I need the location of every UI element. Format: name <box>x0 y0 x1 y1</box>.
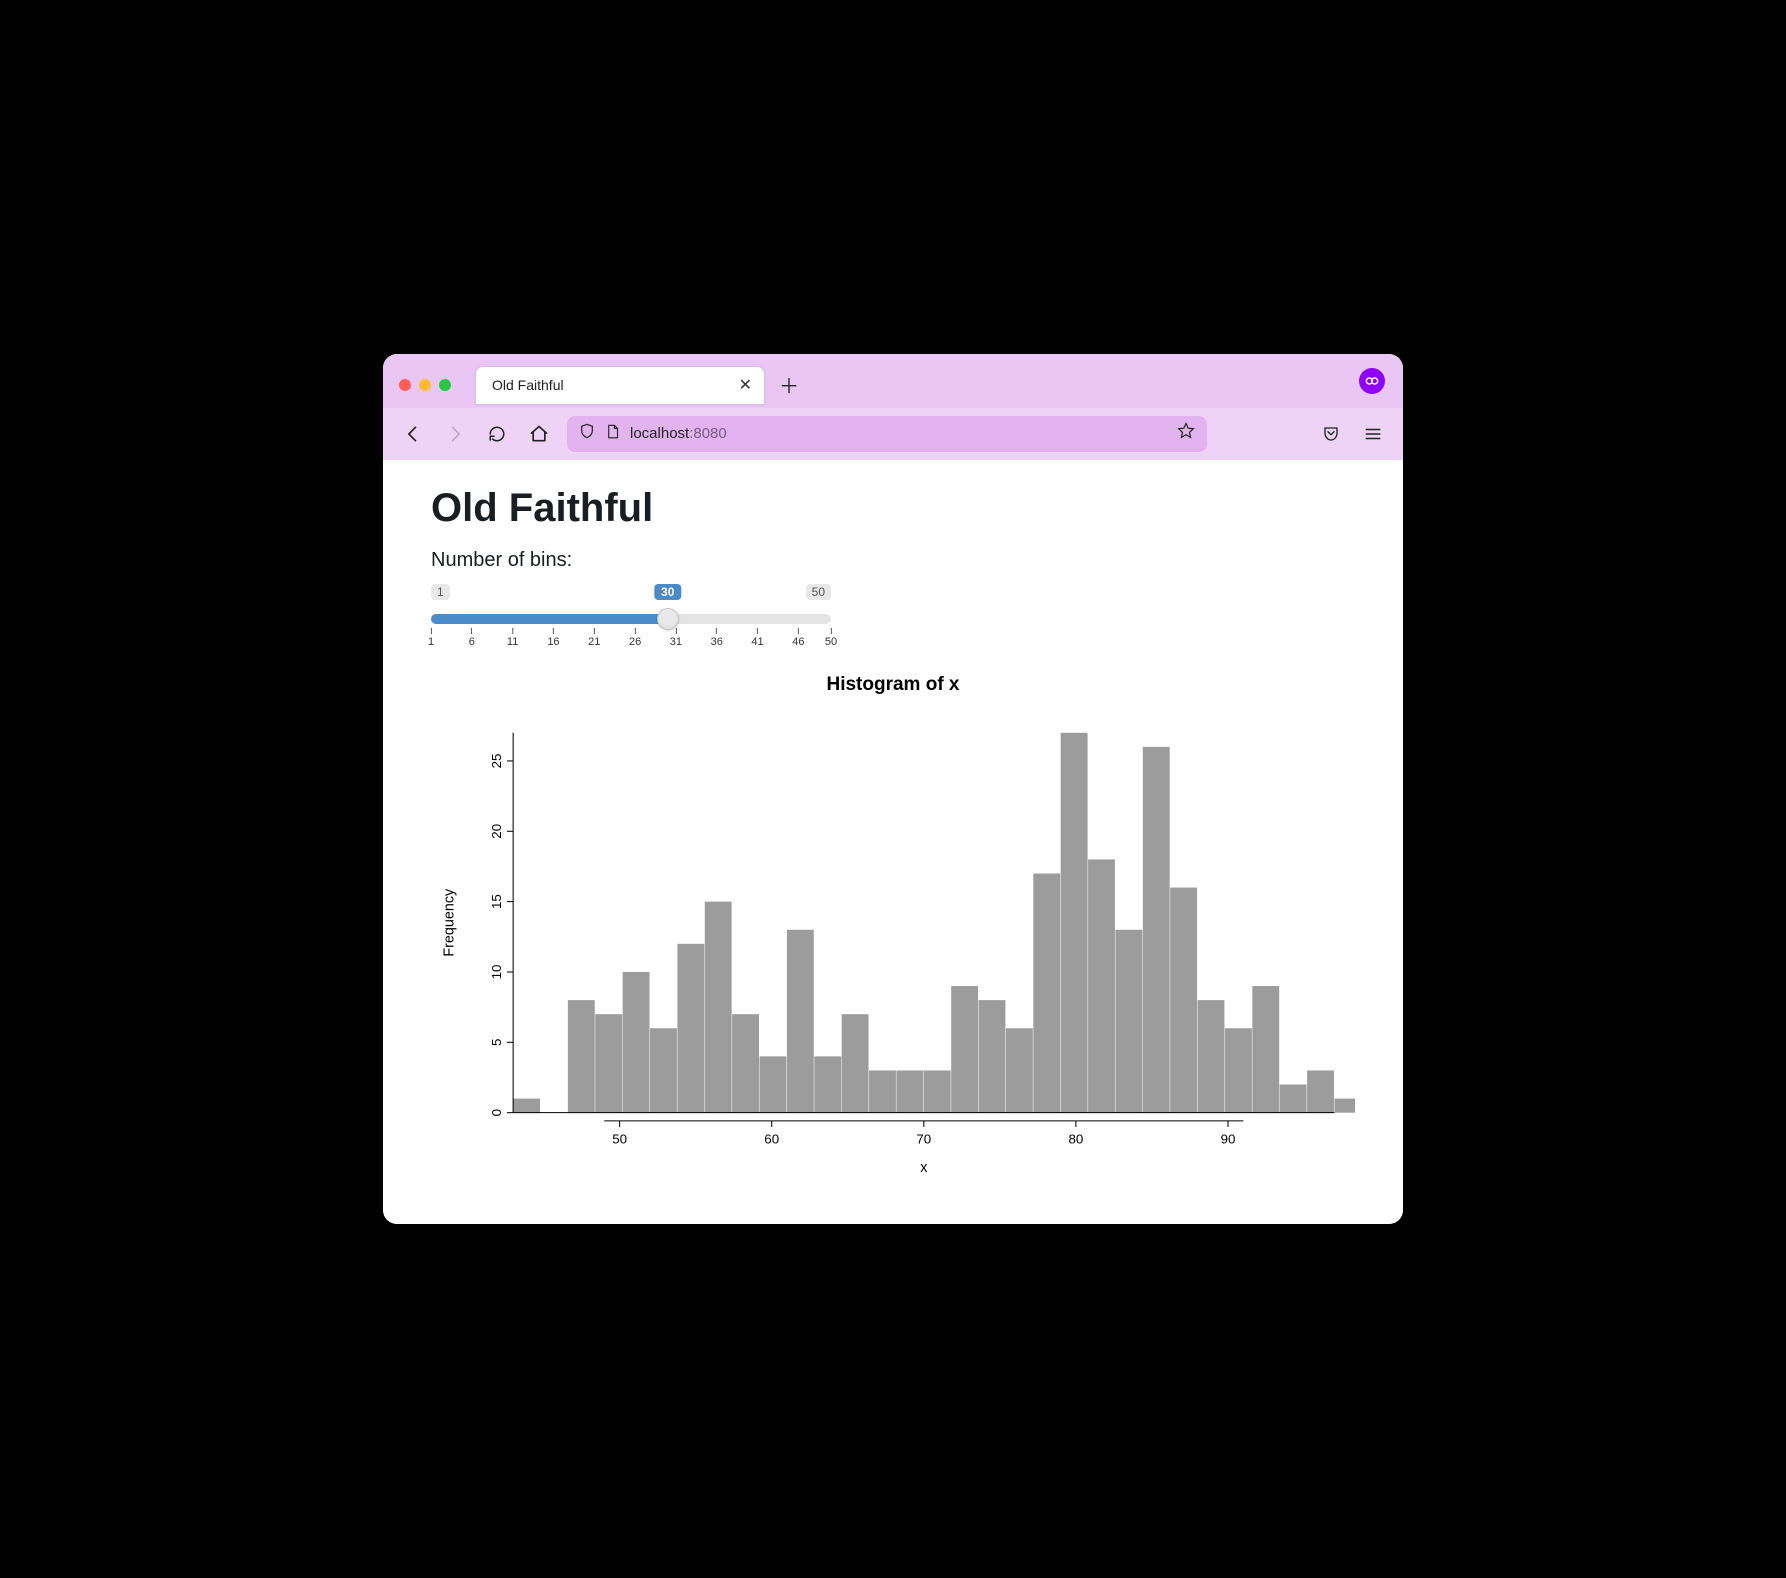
x-tick-label: 80 <box>1068 1131 1083 1146</box>
page-icon <box>605 424 620 444</box>
url-text: localhost:8080 <box>630 425 727 442</box>
histogram-bar <box>1170 887 1197 1112</box>
reload-button[interactable] <box>483 420 511 448</box>
histogram-svg: 50 60 70 80 90 0 5 10 15 20 25 x Frequency <box>431 702 1355 1185</box>
pocket-icon[interactable] <box>1317 420 1345 448</box>
bookmark-star-icon[interactable] <box>1177 422 1195 445</box>
slider-tick: 1 <box>428 628 434 648</box>
histogram-bar <box>1225 1028 1252 1112</box>
histogram-bar <box>1280 1084 1307 1112</box>
x-tick-label: 90 <box>1221 1131 1236 1146</box>
chart-title: Histogram of x <box>431 674 1355 696</box>
histogram-bar <box>1334 1098 1355 1112</box>
slider-ticks: 16111621263136414650 <box>431 628 831 656</box>
slider-max-label: 50 <box>806 584 831 600</box>
histogram-bar <box>1115 930 1142 1113</box>
slider-track[interactable] <box>431 614 831 624</box>
new-tab-button[interactable]: ＋ <box>779 370 799 399</box>
extension-badge-icon[interactable] <box>1359 368 1385 394</box>
slider-tick: 41 <box>751 628 763 648</box>
histogram-bar <box>1252 986 1279 1113</box>
histogram-bar <box>705 901 732 1112</box>
histogram-bar <box>760 1056 787 1112</box>
histogram-bar <box>787 930 814 1113</box>
close-window-button[interactable] <box>399 379 411 391</box>
slider-handle[interactable] <box>657 608 679 630</box>
histogram-bar <box>513 1098 540 1112</box>
slider-tick: 21 <box>588 628 600 648</box>
maximize-window-button[interactable] <box>439 379 451 391</box>
slider-label: Number of bins: <box>431 549 1355 572</box>
histogram-bar <box>842 1014 869 1112</box>
forward-button[interactable] <box>441 420 469 448</box>
close-tab-icon[interactable]: ✕ <box>739 375 752 395</box>
histogram-bar <box>595 1014 622 1112</box>
y-tick-label: 15 <box>489 894 504 909</box>
home-button[interactable] <box>525 420 553 448</box>
histogram-bar <box>650 1028 677 1112</box>
histogram-bar <box>951 986 978 1113</box>
y-tick-label: 10 <box>489 964 504 979</box>
slider-range-labels: 1 50 <box>431 584 831 600</box>
url-host: localhost <box>630 425 689 442</box>
histogram-bar <box>924 1070 951 1112</box>
back-button[interactable] <box>399 420 427 448</box>
browser-window: Old Faithful ✕ ＋ localhost <box>383 354 1403 1225</box>
slider-tick: 6 <box>469 628 475 648</box>
y-tick-label: 0 <box>489 1109 504 1116</box>
page-title: Old Faithful <box>431 486 1355 531</box>
histogram-bar <box>1143 747 1170 1113</box>
histogram-bar <box>1061 733 1088 1113</box>
x-tick-label: 60 <box>764 1131 779 1146</box>
histogram-bar <box>1033 873 1060 1112</box>
histogram-bar <box>732 1014 759 1112</box>
url-port: :8080 <box>689 425 727 442</box>
histogram-bar <box>568 1000 595 1113</box>
menu-icon[interactable] <box>1359 420 1387 448</box>
tab-strip: Old Faithful ✕ ＋ <box>383 354 1403 408</box>
histogram-bar <box>623 972 650 1113</box>
slider-value-bubble: 30 <box>654 584 681 600</box>
browser-tab[interactable]: Old Faithful ✕ <box>475 366 765 404</box>
histogram-bar <box>1088 859 1115 1112</box>
tab-title: Old Faithful <box>492 377 564 393</box>
histogram-bar <box>979 1000 1006 1113</box>
y-tick-label: 20 <box>489 824 504 839</box>
page-content: Old Faithful Number of bins: 1 50 30 161… <box>383 460 1403 1225</box>
histogram-chart: Histogram of x 50 60 70 80 90 0 5 10 15 20 25 x Freq… <box>431 674 1355 1185</box>
histogram-bar <box>1006 1028 1033 1112</box>
histogram-bar <box>869 1070 896 1112</box>
slider-tick: 31 <box>670 628 682 648</box>
histogram-bar <box>1307 1070 1334 1112</box>
x-tick-label: 70 <box>916 1131 931 1146</box>
y-tick-label: 5 <box>489 1038 504 1045</box>
histogram-bar <box>896 1070 923 1112</box>
slider-min-label: 1 <box>431 584 450 600</box>
url-bar[interactable]: localhost:8080 <box>567 416 1207 452</box>
shield-icon[interactable] <box>579 423 595 444</box>
histogram-bar <box>1198 1000 1225 1113</box>
histogram-bar <box>677 944 704 1113</box>
slider-tick: 16 <box>547 628 559 648</box>
y-axis-label: Frequency <box>442 888 458 957</box>
x-tick-label: 50 <box>612 1131 627 1146</box>
histogram-bar <box>814 1056 841 1112</box>
browser-toolbar: localhost:8080 <box>383 408 1403 460</box>
window-controls <box>399 379 451 391</box>
slider-tick: 50 <box>825 628 837 648</box>
slider-tick: 36 <box>711 628 723 648</box>
slider-tick: 11 <box>507 628 518 648</box>
x-axis-label: x <box>920 1160 928 1176</box>
slider-fill <box>431 614 668 624</box>
slider-tick: 26 <box>629 628 641 648</box>
y-tick-label: 25 <box>489 753 504 768</box>
minimize-window-button[interactable] <box>419 379 431 391</box>
slider-tick: 46 <box>792 628 804 648</box>
bins-slider[interactable]: 1 50 30 16111621263136414650 <box>431 584 831 656</box>
